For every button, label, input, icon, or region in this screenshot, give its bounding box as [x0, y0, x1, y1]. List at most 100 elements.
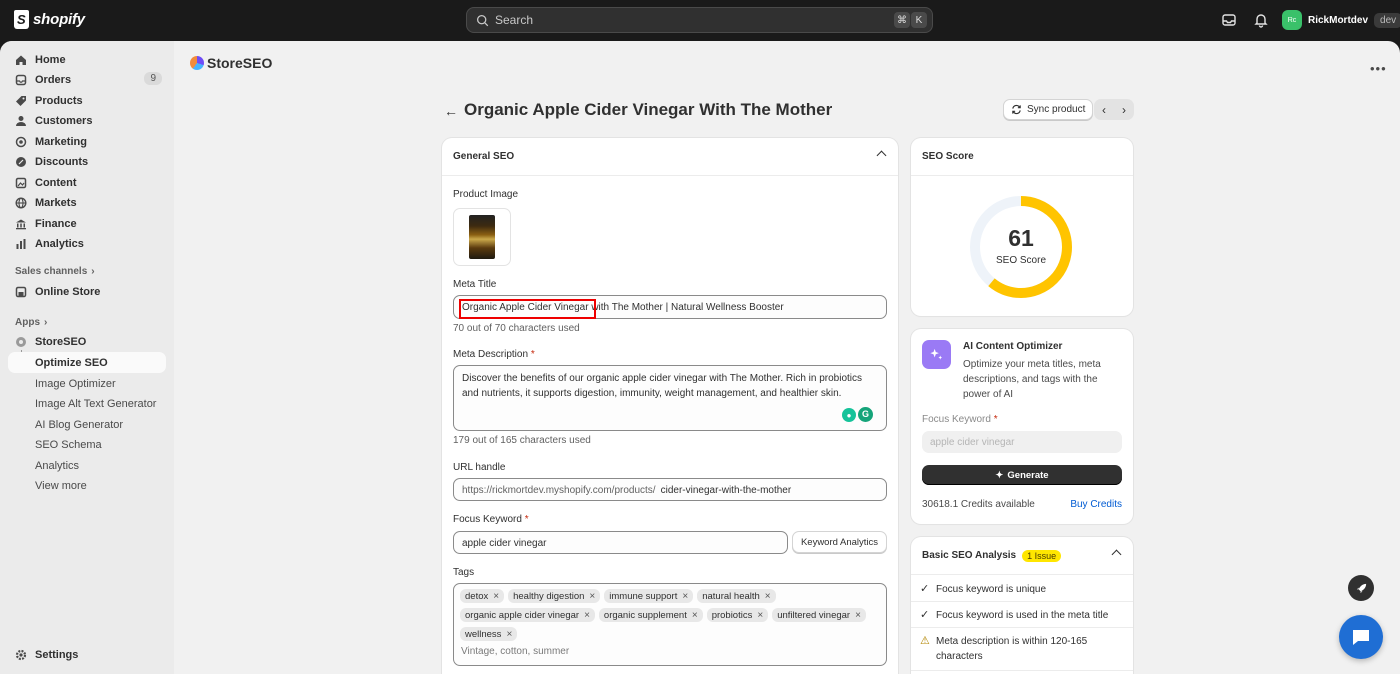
- sales-channels-heading[interactable]: Sales channels ›: [15, 266, 95, 277]
- back-arrow-icon[interactable]: ←: [444, 103, 458, 119]
- rocket-icon[interactable]: [1348, 575, 1374, 601]
- lightbulb-icon[interactable]: ●: [842, 408, 856, 422]
- sidebar-item-label: Finance: [35, 217, 77, 230]
- sidebar-item-storeseo[interactable]: StoreSEO: [8, 331, 166, 352]
- sidebar-subitem-analytics[interactable]: Analytics: [8, 455, 166, 476]
- next-arrow-icon[interactable]: ›: [1114, 99, 1134, 120]
- search-bar[interactable]: Search ⌘ K: [466, 7, 933, 33]
- chevron-up-icon[interactable]: [1111, 549, 1122, 560]
- tag-chip[interactable]: wellness ×: [460, 627, 518, 641]
- tag-chip[interactable]: detox ×: [460, 589, 505, 603]
- home-icon: [16, 55, 26, 65]
- tag-chip[interactable]: probiotics ×: [706, 608, 769, 622]
- sidebar: Home Orders 9 Products Customers Marketi…: [0, 41, 174, 674]
- chevron-up-icon[interactable]: [876, 150, 887, 161]
- remove-tag-icon[interactable]: ×: [692, 610, 698, 621]
- tags-input[interactable]: detox × healthy digestion × immune support × n…: [453, 583, 887, 666]
- sidebar-item-online-store[interactable]: Online Store: [8, 281, 166, 302]
- prev-arrow-icon[interactable]: ‹: [1094, 99, 1114, 120]
- discounts-icon: [16, 156, 26, 167]
- buy-credits-link[interactable]: Buy Credits: [1070, 499, 1122, 510]
- analysis-row[interactable]: ✓ Focus keyword is used in the meta titl…: [911, 602, 1133, 628]
- analysis-row[interactable]: ✓ Focus keyword is unique: [911, 576, 1133, 602]
- meta-title-input[interactable]: Organic Apple Cider Vinegar with The Mot…: [453, 295, 887, 319]
- sidebar-subitem-view-more[interactable]: View more: [8, 475, 166, 496]
- tag-chip[interactable]: healthy digestion ×: [508, 589, 601, 603]
- generate-button[interactable]: ✦ Generate: [922, 465, 1122, 485]
- meta-description-textarea[interactable]: Discover the benefits of our organic app…: [453, 365, 887, 431]
- product-pager: ‹ ›: [1094, 99, 1134, 120]
- bell-icon[interactable]: [1253, 12, 1269, 28]
- sidebar-item-finance[interactable]: Finance: [8, 213, 166, 234]
- focus-keyword-label-text: Focus Keyword: [453, 514, 522, 525]
- sidebar-item-label: Settings: [35, 648, 79, 661]
- url-handle-label: URL handle: [453, 462, 506, 473]
- tag-label: probiotics: [711, 609, 753, 621]
- analysis-row[interactable]: ⚠ Meta description is within 120-165 cha…: [911, 629, 1133, 671]
- apps-heading[interactable]: Apps ›: [15, 317, 47, 328]
- shortcut-key-cmd: ⌘: [894, 12, 910, 28]
- tag-label: healthy digestion: [513, 590, 585, 602]
- tag-chip[interactable]: unfiltered vinegar ×: [772, 608, 866, 622]
- storeseo-app-icon: [16, 336, 26, 347]
- tag-chip[interactable]: organic apple cider vinegar ×: [460, 608, 595, 622]
- keyword-analytics-button[interactable]: Keyword Analytics: [792, 531, 887, 553]
- more-actions-icon[interactable]: •••: [1370, 61, 1387, 76]
- remove-tag-icon[interactable]: ×: [855, 610, 861, 621]
- sidebar-item-content[interactable]: Content: [8, 172, 166, 193]
- focus-keyword-value: apple cider vinegar: [462, 538, 547, 549]
- sidebar-item-markets[interactable]: Markets: [8, 192, 166, 213]
- product-image-thumbnail[interactable]: [453, 208, 511, 266]
- card-title: SEO Score: [922, 151, 974, 162]
- sparkle-icon: ✦: [995, 469, 1004, 481]
- chevron-right-icon: ›: [91, 266, 95, 277]
- sidebar-subitem-ai-blog[interactable]: AI Blog Generator: [8, 414, 166, 435]
- tag-label: unfiltered vinegar: [777, 609, 851, 621]
- sidebar-subitem-image-alt-text[interactable]: Image Alt Text Generator: [8, 393, 166, 414]
- sidebar-subitem-image-optimizer[interactable]: Image Optimizer: [8, 373, 166, 394]
- tag-chip[interactable]: natural health ×: [697, 589, 776, 603]
- sidebar-item-analytics[interactable]: Analytics: [8, 233, 166, 254]
- tag-label: immune support: [609, 590, 678, 602]
- sidebar-item-home[interactable]: Home: [8, 49, 166, 70]
- store-icon: [15, 286, 27, 297]
- sync-product-button[interactable]: Sync product: [1003, 99, 1094, 120]
- storeseo-logo-icon: [190, 56, 204, 70]
- inbox-icon[interactable]: [1221, 12, 1237, 28]
- sidebar-item-settings[interactable]: Settings: [8, 644, 166, 665]
- chat-icon[interactable]: [1339, 615, 1383, 659]
- remove-tag-icon[interactable]: ×: [584, 610, 590, 621]
- tag-label: wellness: [465, 628, 502, 640]
- tag-chip[interactable]: organic supplement ×: [598, 608, 703, 622]
- shopify-logo[interactable]: shopify: [14, 10, 85, 29]
- focus-keyword-label: Focus Keyword *: [453, 514, 529, 525]
- remove-tag-icon[interactable]: ×: [757, 610, 763, 621]
- shortcut-key-k: K: [911, 12, 927, 28]
- remove-tag-icon[interactable]: ×: [765, 591, 771, 602]
- sidebar-item-label: StoreSEO: [35, 335, 87, 348]
- ai-focus-keyword-label-text: Focus Keyword: [922, 414, 991, 425]
- sidebar-item-marketing[interactable]: Marketing: [8, 131, 166, 152]
- remove-tag-icon[interactable]: ×: [682, 591, 688, 602]
- focus-keyword-input[interactable]: apple cider vinegar: [453, 531, 788, 554]
- user-menu[interactable]: Rc RickMortdev dev: [1282, 10, 1400, 30]
- sidebar-item-discounts[interactable]: Discounts: [8, 151, 166, 172]
- finance-icon: [16, 219, 26, 229]
- top-bar: shopify Search ⌘ K Rc RickMortdev dev: [0, 0, 1400, 41]
- sidebar-subitem-optimize-seo[interactable]: Optimize SEO: [8, 352, 166, 373]
- basic-seo-analysis-header[interactable]: Basic SEO Analysis 1 Issue: [911, 537, 1133, 575]
- sidebar-subitem-seo-schema[interactable]: SEO Schema: [8, 434, 166, 455]
- general-seo-header[interactable]: General SEO: [442, 138, 898, 176]
- remove-tag-icon[interactable]: ×: [589, 591, 595, 602]
- remove-tag-icon[interactable]: ×: [506, 629, 512, 640]
- sidebar-item-products[interactable]: Products: [8, 90, 166, 111]
- ai-optimizer-title: AI Content Optimizer: [963, 341, 1063, 352]
- sidebar-item-label: Products: [35, 94, 83, 107]
- remove-tag-icon[interactable]: ×: [493, 591, 499, 602]
- shopify-bag-icon: [14, 10, 29, 29]
- sidebar-item-customers[interactable]: Customers: [8, 110, 166, 131]
- sidebar-item-orders[interactable]: Orders 9: [8, 69, 166, 90]
- url-handle-input[interactable]: https://rickmortdev.myshopify.com/produc…: [453, 478, 887, 501]
- grammarly-icon[interactable]: G: [858, 407, 873, 422]
- tag-chip[interactable]: immune support ×: [604, 589, 694, 603]
